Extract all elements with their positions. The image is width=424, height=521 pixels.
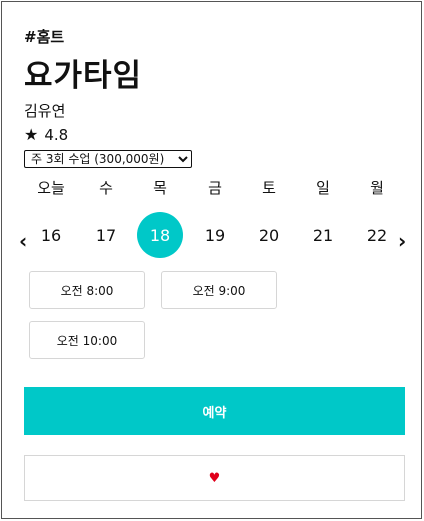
- plan-select[interactable]: 주 3회 수업 (300,000원): [24, 150, 192, 168]
- time-slot-button[interactable]: 오전 8:00: [29, 271, 145, 309]
- date-cell[interactable]: 17: [83, 212, 129, 258]
- weekday-label: 금: [208, 179, 222, 197]
- date-row: 16 17 18 19 20 21 22: [24, 212, 404, 258]
- time-slot-button[interactable]: 오전 10:00: [29, 321, 145, 359]
- date-cell[interactable]: 19: [192, 212, 238, 258]
- date-cell[interactable]: 21: [300, 212, 346, 258]
- star-icon: ★: [24, 125, 39, 144]
- time-slot-button[interactable]: 오전 9:00: [161, 271, 277, 309]
- weekday-label: 수: [99, 179, 113, 197]
- date-cell[interactable]: 16: [28, 212, 74, 258]
- weekday-label: 일: [316, 179, 330, 197]
- date-cell-selected[interactable]: 18: [137, 212, 183, 258]
- app-frame: #홈트 요가타임 김유연 ★ 4.8 주 3회 수업 (300,000원) 오늘…: [1, 1, 422, 519]
- rating: ★ 4.8: [24, 125, 68, 144]
- reserve-button[interactable]: 예약: [24, 387, 405, 435]
- weekday-label: 목: [153, 179, 167, 197]
- instructor-name: 김유연: [24, 102, 66, 120]
- date-cell[interactable]: 22: [354, 212, 400, 258]
- date-cell[interactable]: 20: [246, 212, 292, 258]
- heart-icon: ♥: [208, 470, 221, 486]
- weekday-header: 오늘 수 목 금 토 일 월: [24, 177, 404, 197]
- weekday-label: 오늘: [37, 179, 65, 197]
- weekday-label: 월: [370, 179, 384, 197]
- class-tag: #홈트: [24, 28, 65, 46]
- rating-value: 4.8: [44, 125, 69, 144]
- like-button[interactable]: ♥: [24, 455, 405, 501]
- weekday-label: 토: [262, 179, 276, 197]
- class-title: 요가타임: [24, 58, 143, 94]
